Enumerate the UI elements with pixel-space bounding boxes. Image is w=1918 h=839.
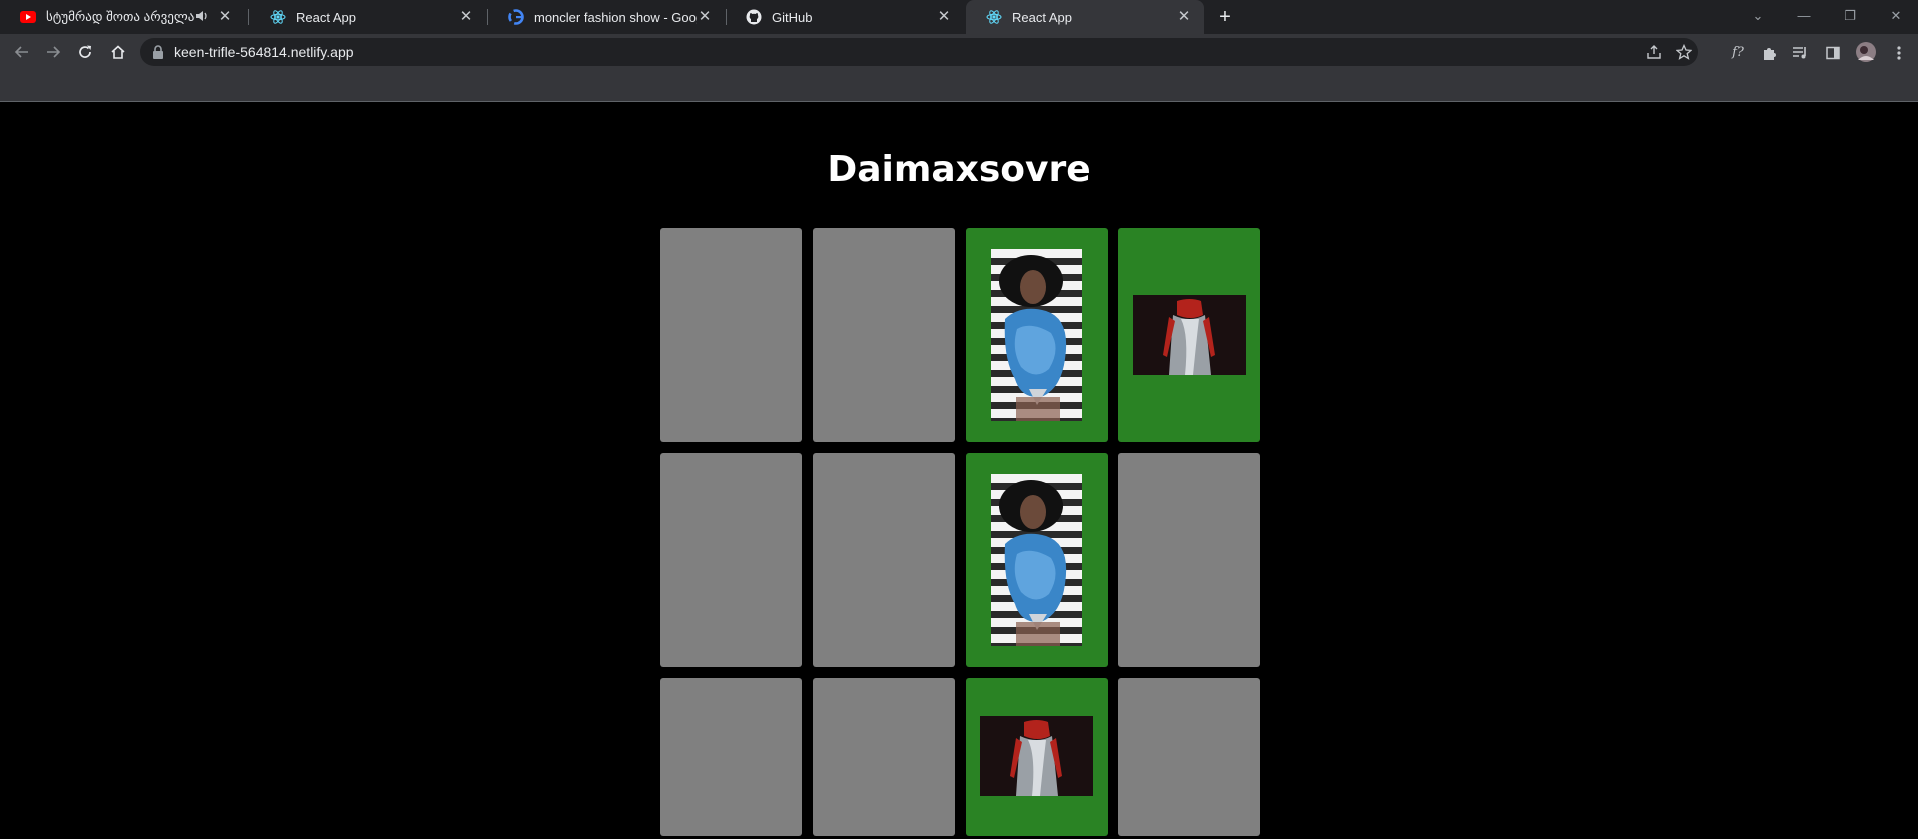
memory-card-hidden[interactable] [1118, 678, 1260, 836]
tab-title: GitHub [772, 9, 813, 25]
memory-card-matched[interactable] [966, 678, 1108, 836]
tab-title: moncler fashion show - Google S [534, 9, 697, 25]
memory-card-hidden[interactable] [660, 228, 802, 442]
tab-separator [248, 9, 249, 25]
speaker-icon[interactable] [195, 9, 211, 25]
bookmark-star-icon[interactable] [1675, 43, 1693, 60]
tab-search-icon[interactable]: ⌄ [1746, 4, 1770, 28]
back-icon[interactable] [10, 40, 34, 64]
react-icon [986, 9, 1002, 25]
memory-card-hidden[interactable] [1118, 453, 1260, 667]
restore-icon[interactable]: ❐ [1838, 4, 1862, 28]
font-extension-icon[interactable]: f? [1729, 43, 1747, 61]
home-icon[interactable] [106, 40, 130, 64]
memory-card-hidden[interactable] [813, 228, 955, 442]
google-icon [508, 9, 524, 25]
tab-strip: სტუმრად შოთა არველაძ ✕ React App ✕ moncl… [0, 0, 1918, 34]
page-title: Daimaxsovre [827, 149, 1091, 190]
url-text: keen-trifle-564814.netlify.app [174, 44, 354, 60]
bookmarks-bar [0, 70, 1918, 102]
tab-title: React App [1012, 9, 1072, 25]
profile-avatar[interactable] [1856, 42, 1876, 62]
memory-card-hidden[interactable] [813, 453, 955, 667]
silver-dress-red-gloves-photo [1133, 295, 1246, 375]
memory-card-matched[interactable] [1118, 228, 1260, 442]
lock-icon[interactable] [152, 45, 166, 59]
tab-react-app[interactable]: React App ✕ [250, 0, 486, 34]
silver-dress-red-gloves-photo [980, 716, 1093, 796]
github-icon [746, 9, 762, 25]
tab-google-search[interactable]: moncler fashion show - Google S ✕ [488, 0, 725, 34]
memory-card-hidden[interactable] [660, 678, 802, 836]
tab-react-app-active[interactable]: React App ✕ [966, 0, 1204, 34]
share-icon[interactable] [1646, 44, 1662, 60]
media-queue-icon[interactable] [1792, 44, 1810, 62]
close-icon[interactable]: ✕ [697, 9, 713, 25]
browser-toolbar: keen-trifle-564814.netlify.app f? [0, 34, 1918, 70]
close-icon[interactable]: ✕ [217, 9, 233, 25]
page-content: Daimaxsovre [0, 103, 1918, 839]
close-icon[interactable]: ✕ [1176, 9, 1192, 25]
close-icon[interactable]: ✕ [458, 9, 474, 25]
youtube-icon [20, 9, 36, 25]
window-close-icon[interactable]: ✕ [1884, 4, 1908, 28]
address-bar[interactable]: keen-trifle-564814.netlify.app [140, 38, 1698, 66]
memory-card-matched[interactable] [966, 453, 1108, 667]
woman-blue-feathers-photo [991, 474, 1082, 646]
side-panel-icon[interactable] [1824, 44, 1842, 62]
extensions-puzzle-icon[interactable] [1760, 44, 1778, 62]
tab-youtube[interactable]: სტუმრად შოთა არველაძ ✕ [0, 0, 245, 34]
react-icon [270, 9, 286, 25]
reload-icon[interactable] [73, 40, 97, 64]
memory-card-hidden[interactable] [660, 453, 802, 667]
close-icon[interactable]: ✕ [936, 9, 952, 25]
tab-title: React App [296, 9, 356, 25]
tab-github[interactable]: GitHub ✕ [726, 0, 964, 34]
memory-card-hidden[interactable] [813, 678, 955, 836]
tab-title: სტუმრად შოთა არველაძ [46, 9, 195, 24]
minimize-icon[interactable]: — [1792, 4, 1816, 28]
woman-blue-feathers-photo [991, 249, 1082, 421]
new-tab-button[interactable]: + [1214, 6, 1236, 28]
menu-kebab-icon[interactable] [1890, 44, 1908, 62]
memory-card-matched[interactable] [966, 228, 1108, 442]
forward-icon[interactable] [41, 40, 65, 64]
